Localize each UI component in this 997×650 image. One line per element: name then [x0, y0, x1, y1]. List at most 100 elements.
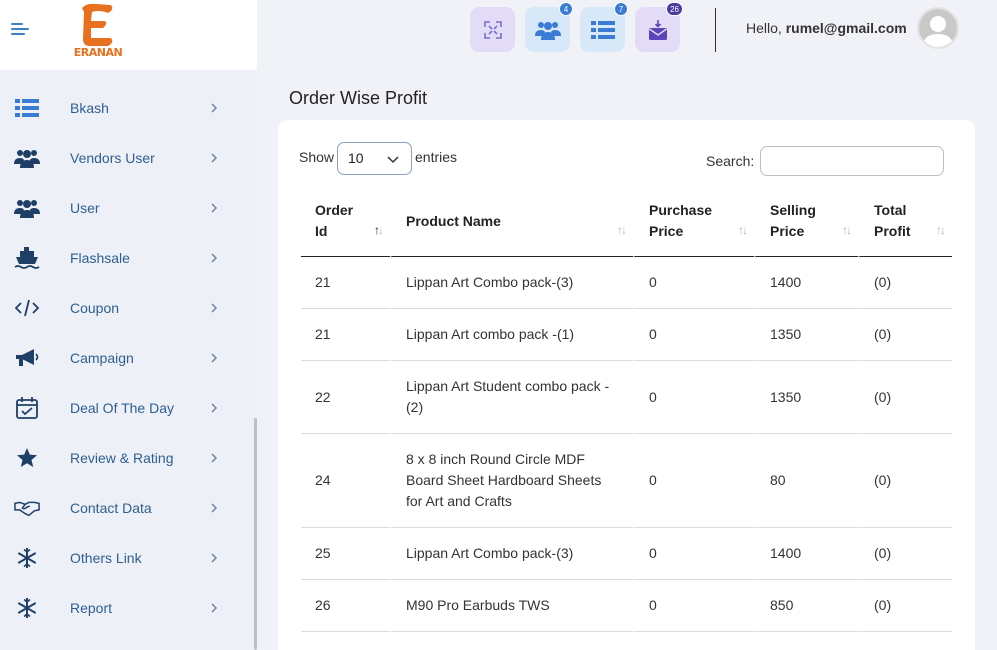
entries-select[interactable]: 10	[337, 142, 412, 175]
product-line: Lippan Art Combo pack-(3)	[406, 545, 574, 561]
sidebar-item-label: Others Link	[70, 550, 142, 566]
product-line: for Art and Crafts	[406, 493, 512, 509]
users-button[interactable]: 4	[525, 2, 573, 52]
sidebar-item-vendors-user[interactable]: Vendors User	[0, 133, 257, 183]
cell-purchase-price: 0	[633, 361, 754, 434]
profit-table: Order Id ↑↓ Product Name ↑↓ Purchase Pri…	[301, 190, 952, 632]
user-greeting: Hello, rumel@gmail.com	[746, 20, 907, 36]
cell-order-id: 26	[301, 580, 390, 632]
chevron-right-icon	[211, 503, 218, 513]
column-header-total-profit[interactable]: Total Profit ↑↓	[858, 190, 952, 257]
code-icon	[14, 296, 40, 320]
chevron-right-icon	[211, 303, 218, 313]
megaphone-icon	[14, 346, 40, 370]
product-line: Board Sheet Hardboard Sheets	[406, 472, 602, 488]
sidebar-item-label: Bkash	[70, 100, 109, 116]
column-header-product-name[interactable]: Product Name ↑↓	[390, 190, 633, 257]
search-input[interactable]	[760, 146, 944, 176]
column-header-line: Price	[649, 223, 684, 239]
search-label: Search:	[706, 153, 755, 169]
product-line: Lippan Art Student combo pack -	[406, 378, 610, 394]
sidebar-menu: Bkash Vendors User User Flashsale Coupon…	[0, 83, 257, 633]
product-line: Lippan Art combo pack -(1)	[406, 326, 575, 342]
user-avatar-icon	[923, 16, 953, 47]
cell-order-id: 25	[301, 528, 390, 580]
column-header-line: Price	[770, 223, 805, 239]
column-header-line: Product Name	[406, 212, 501, 229]
logo[interactable]: ERANAN	[70, 2, 126, 64]
sidebar-item-report[interactable]: Report	[0, 583, 257, 633]
cell-product-name: Lippan Art Student combo pack - (2)	[390, 361, 633, 434]
cell-product-name: Lippan Art Combo pack-(3)	[390, 528, 633, 580]
list-icon	[14, 96, 40, 120]
orders-button[interactable]: 7	[580, 2, 628, 52]
cell-total-profit: (0)	[858, 361, 952, 434]
sidebar-item-deal-of-the-day[interactable]: Deal Of The Day	[0, 383, 257, 433]
sidebar-item-flashsale[interactable]: Flashsale	[0, 233, 257, 283]
sidebar-item-coupon[interactable]: Coupon	[0, 283, 257, 333]
hamburger-menu-icon[interactable]	[11, 22, 29, 36]
cell-selling-price: 1400	[754, 528, 858, 580]
product-line: Lippan Art Combo pack-(3)	[406, 274, 574, 290]
logo-text: ERANAN	[73, 46, 123, 59]
sidebar-item-label: Contact Data	[70, 500, 152, 516]
table-row: 24 8 x 8 inch Round Circle MDF Board Shee…	[301, 434, 952, 528]
cell-product-name: Lippan Art Combo pack-(3)	[390, 257, 633, 309]
topbar-divider	[715, 8, 716, 52]
sidebar-item-review-rating[interactable]: Review & Rating	[0, 433, 257, 483]
show-label: Show	[299, 149, 335, 165]
cell-selling-price: 1350	[754, 361, 858, 434]
sidebar-scrollbar[interactable]	[254, 418, 257, 650]
expand-icon	[483, 20, 502, 39]
calendar-check-icon	[14, 396, 40, 420]
brand-area: ERANAN	[0, 0, 257, 70]
chevron-right-icon	[211, 153, 218, 163]
chevron-right-icon	[211, 453, 218, 463]
column-header-line: Total	[874, 202, 907, 218]
orders-count-badge: 7	[614, 2, 628, 16]
column-header-selling-price[interactable]: Selling Price ↑↓	[754, 190, 858, 257]
mail-icon	[648, 19, 667, 40]
column-header-line: Id	[315, 223, 328, 239]
cell-order-id: 21	[301, 257, 390, 309]
sidebar-item-others-link[interactable]: Others Link	[0, 533, 257, 583]
product-line: 8 x 8 inch Round Circle MDF	[406, 451, 585, 467]
sort-icon: ↑↓	[842, 223, 852, 237]
messages-button[interactable]: 26	[635, 2, 683, 52]
snowflake-icon	[14, 596, 40, 620]
column-header-line: Profit	[874, 223, 911, 239]
entries-label: entries	[415, 149, 458, 165]
avatar[interactable]	[917, 7, 959, 49]
chevron-right-icon	[211, 603, 218, 613]
table-row: 21 Lippan Art Combo pack-(3) 0 1400 (0)	[301, 257, 952, 309]
chevron-right-icon	[211, 203, 218, 213]
sidebar-item-user[interactable]: User	[0, 183, 257, 233]
sidebar-item-label: Review & Rating	[70, 450, 174, 466]
cell-selling-price: 850	[754, 580, 858, 632]
cell-selling-price: 80	[754, 434, 858, 528]
cell-total-profit: (0)	[858, 434, 952, 528]
messages-count-badge: 26	[666, 2, 683, 16]
table-row: 21 Lippan Art combo pack -(1) 0 1350 (0)	[301, 309, 952, 361]
sort-asc-icon: ↑↓	[374, 223, 384, 237]
sort-icon: ↑↓	[617, 223, 627, 237]
sidebar-item-campaign[interactable]: Campaign	[0, 333, 257, 383]
sidebar: ERANAN Bkash Vendors User User Flashsale…	[0, 0, 257, 650]
column-header-purchase-price[interactable]: Purchase Price ↑↓	[633, 190, 754, 257]
fullscreen-button[interactable]	[470, 7, 515, 52]
sidebar-item-label: Campaign	[70, 350, 134, 366]
sidebar-item-label: Flashsale	[70, 250, 130, 266]
column-header-line: Selling	[770, 202, 816, 218]
table-row: 22 Lippan Art Student combo pack - (2) 0 …	[301, 361, 952, 434]
entries-value: 10	[348, 150, 364, 166]
product-line: (2)	[406, 399, 424, 415]
chevron-right-icon	[211, 553, 218, 563]
sidebar-item-contact-data[interactable]: Contact Data	[0, 483, 257, 533]
sidebar-item-label: User	[70, 200, 100, 216]
sidebar-item-bkash[interactable]: Bkash	[0, 83, 257, 133]
chevron-down-icon	[387, 156, 399, 164]
star-icon	[14, 446, 40, 470]
cell-product-name: Lippan Art combo pack -(1)	[390, 309, 633, 361]
topbar: 4 7 26 Hello, rumel@gmail.com	[257, 0, 997, 70]
column-header-order-id[interactable]: Order Id ↑↓	[301, 190, 390, 257]
